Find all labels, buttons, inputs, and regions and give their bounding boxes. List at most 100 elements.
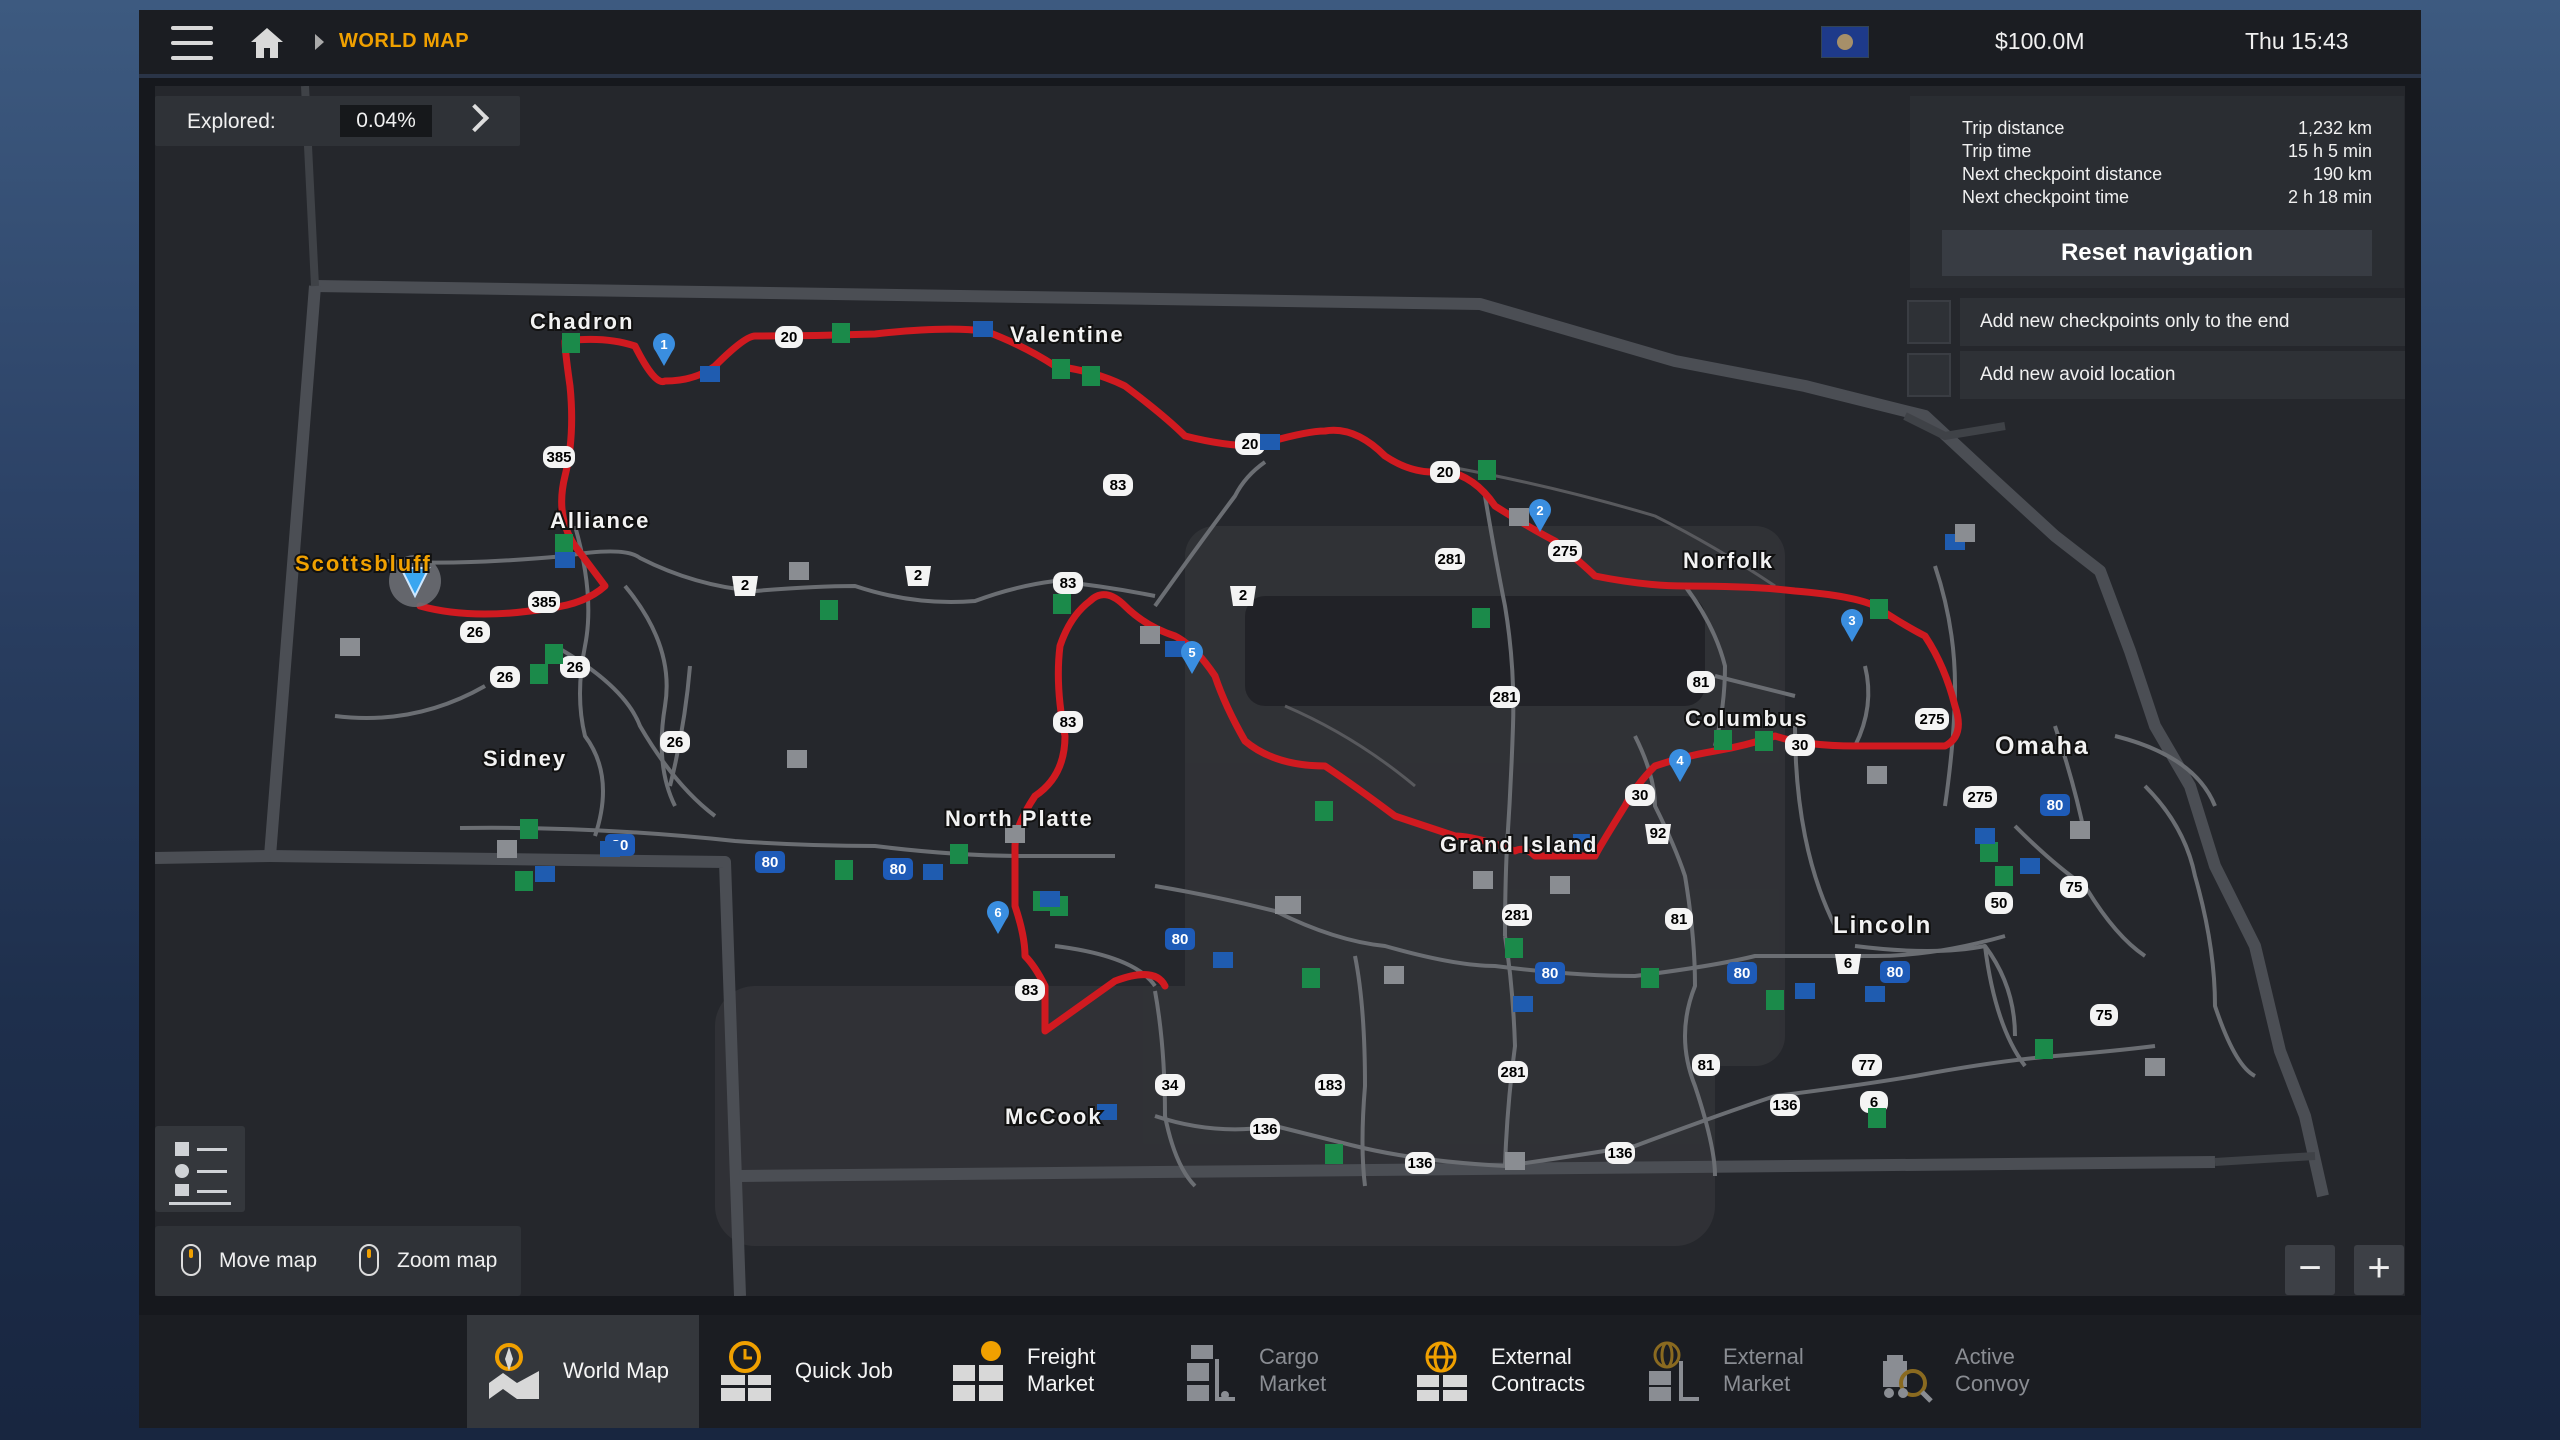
city-columbus[interactable]: Columbus <box>1683 704 1809 733</box>
tab-freight-market-label: Freight Market <box>1027 1344 1096 1396</box>
svg-text:275: 275 <box>1919 711 1944 728</box>
mouse-wheel-icon <box>359 1244 379 1276</box>
tab-world-map[interactable]: World Map <box>467 1315 699 1428</box>
svg-text:20: 20 <box>781 329 798 346</box>
explored-value: 0.04% <box>340 105 432 137</box>
checkpoint-6: 6 <box>987 901 1009 934</box>
svg-text:275: 275 <box>1967 789 1992 806</box>
avoid-location-option[interactable]: Add new avoid location <box>1905 351 2405 399</box>
svg-text:80: 80 <box>1734 965 1751 982</box>
city-norfolk[interactable]: Norfolk <box>1681 546 1774 575</box>
checkpoint-3: 3 <box>1841 609 1863 642</box>
zoom-out-button[interactable]: − <box>2285 1245 2335 1295</box>
svg-text:80: 80 <box>762 854 779 871</box>
svg-text:281: 281 <box>1492 689 1517 706</box>
move-map-hint: Move map <box>219 1249 318 1272</box>
svg-text:1: 1 <box>660 337 667 352</box>
explored-label: Explored: <box>187 110 276 133</box>
svg-text:80: 80 <box>1172 931 1189 948</box>
checkpoint-1: 1 <box>653 333 675 366</box>
checkpoints-end-option[interactable]: Add new checkpoints only to the end <box>1905 298 2405 346</box>
breadcrumb-chevron-icon <box>315 34 324 50</box>
city-scottsbluff[interactable]: Scottsbluff <box>293 549 432 578</box>
freight-icon <box>953 1341 1003 1401</box>
tab-cargo-market-label: Cargo Market <box>1259 1344 1327 1396</box>
svg-text:80: 80 <box>1887 964 1904 981</box>
tab-active-convoy[interactable]: Active Convoy <box>1859 1315 2091 1428</box>
svg-text:136: 136 <box>1407 1155 1432 1172</box>
svg-text:6: 6 <box>1844 955 1852 972</box>
svg-text:281: 281 <box>1437 551 1462 568</box>
svg-text:83: 83 <box>1060 575 1077 592</box>
chevron-right-icon[interactable] <box>460 103 490 133</box>
svg-text:50: 50 <box>1991 895 2008 912</box>
svg-text:2: 2 <box>1536 503 1543 518</box>
svg-text:275: 275 <box>1552 543 1577 560</box>
controls-hint: Move map Zoom map <box>155 1226 521 1296</box>
menu-icon[interactable] <box>171 26 213 60</box>
tab-external-contracts[interactable]: External Contracts <box>1395 1315 1627 1428</box>
city-lincoln[interactable]: Lincoln <box>1831 910 1932 941</box>
checkpoints-end-label[interactable]: Add new checkpoints only to the end <box>1960 298 2405 346</box>
zoom-map-hint: Zoom map <box>397 1249 498 1272</box>
money-display: $100.0M <box>1995 28 2085 54</box>
svg-text:81: 81 <box>1671 911 1688 928</box>
home-icon[interactable] <box>249 26 285 60</box>
svg-text:80: 80 <box>2047 797 2064 814</box>
svg-text:30: 30 <box>1632 787 1649 804</box>
svg-text:136: 136 <box>1607 1145 1632 1162</box>
city-grand-island[interactable]: Grand Island <box>1438 830 1598 859</box>
svg-text:385: 385 <box>531 594 556 611</box>
tab-quick-job-label: Quick Job <box>795 1358 893 1383</box>
svg-text:26: 26 <box>497 669 514 686</box>
city-mccook[interactable]: McCook <box>1003 1102 1103 1131</box>
tab-quick-job[interactable]: Quick Job <box>699 1315 931 1428</box>
explored-panel: Explored: 0.04% <box>155 96 520 146</box>
avoid-location-label[interactable]: Add new avoid location <box>1960 351 2405 399</box>
svg-text:81: 81 <box>1693 674 1710 691</box>
city-sidney[interactable]: Sidney <box>481 744 567 773</box>
city-chadron[interactable]: Chadron <box>528 307 634 336</box>
svg-text:5: 5 <box>1188 645 1195 660</box>
svg-text:34: 34 <box>1162 1077 1179 1094</box>
legend-button[interactable] <box>155 1126 245 1212</box>
svg-text:80: 80 <box>1542 965 1559 982</box>
avoid-location-checkbox[interactable] <box>1907 353 1951 397</box>
bottom-nav: World Map Quick Job Freight Market Cargo… <box>139 1315 2421 1428</box>
svg-text:3: 3 <box>1848 613 1855 628</box>
breadcrumb[interactable]: WORLD MAP <box>339 30 469 53</box>
tab-cargo-market[interactable]: Cargo Market <box>1163 1315 1395 1428</box>
svg-text:20: 20 <box>1437 464 1454 481</box>
svg-text:183: 183 <box>1317 1077 1342 1094</box>
tab-freight-market[interactable]: Freight Market <box>931 1315 1163 1428</box>
tab-external-market[interactable]: External Market <box>1627 1315 1859 1428</box>
city-north-platte[interactable]: North Platte <box>943 804 1094 833</box>
reset-navigation-button[interactable]: Reset navigation <box>1942 230 2372 276</box>
city-alliance[interactable]: Alliance <box>548 506 650 535</box>
svg-text:30: 30 <box>1792 737 1809 754</box>
map-icon <box>489 1343 539 1399</box>
game-clock: Thu 15:43 <box>2245 28 2349 54</box>
svg-text:83: 83 <box>1022 982 1039 999</box>
checkpoints-end-checkbox[interactable] <box>1907 300 1951 344</box>
svg-text:80: 80 <box>890 861 907 878</box>
svg-text:281: 281 <box>1504 907 1529 924</box>
tab-active-convoy-label: Active Convoy <box>1955 1344 2030 1396</box>
globe-icon <box>1649 1341 1699 1401</box>
svg-text:136: 136 <box>1772 1097 1797 1114</box>
city-valentine[interactable]: Valentine <box>1008 320 1125 349</box>
mouse-left-icon <box>181 1244 201 1276</box>
zoom-in-button[interactable]: + <box>2354 1245 2404 1295</box>
svg-text:2: 2 <box>741 577 749 594</box>
cargo-icon <box>1187 1345 1235 1401</box>
city-omaha[interactable]: Omaha <box>1993 730 2090 762</box>
svg-text:92: 92 <box>1650 825 1667 842</box>
clock-icon <box>721 1341 771 1401</box>
svg-text:26: 26 <box>467 624 484 641</box>
svg-text:2: 2 <box>1239 587 1247 604</box>
state-flag-icon <box>1821 26 1869 58</box>
svg-text:26: 26 <box>567 659 584 676</box>
svg-text:83: 83 <box>1110 477 1127 494</box>
svg-text:2: 2 <box>914 567 922 584</box>
svg-text:20: 20 <box>1242 436 1259 453</box>
